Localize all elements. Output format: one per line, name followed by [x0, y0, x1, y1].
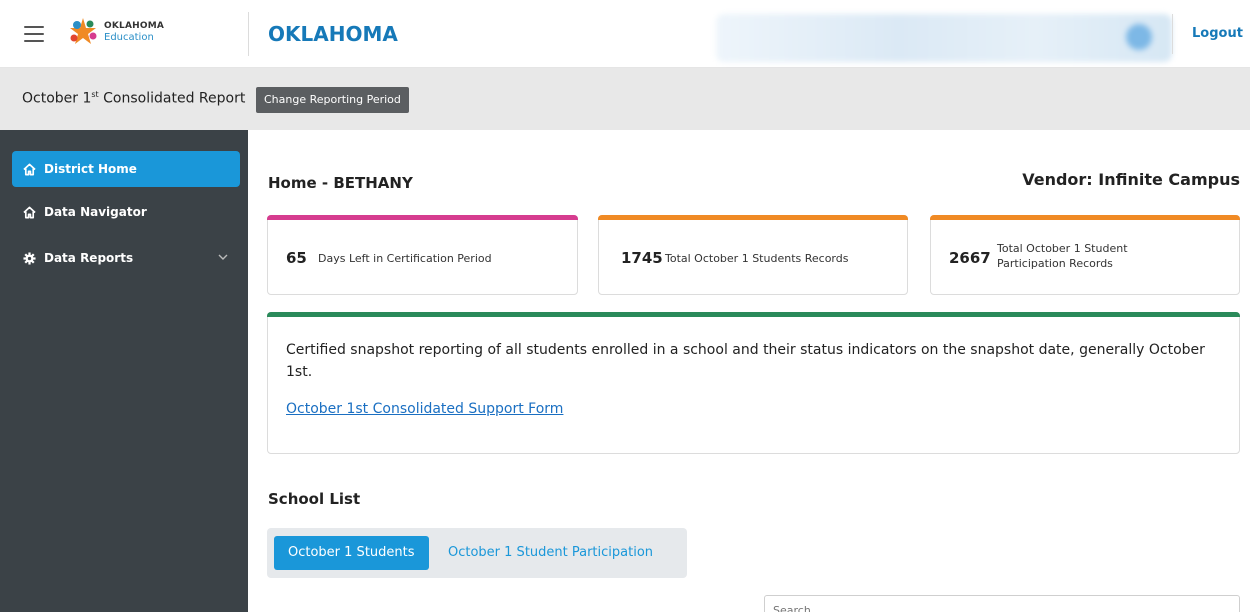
report-title-suffix: Consolidated Report [98, 90, 246, 107]
logout-link[interactable]: Logout [1192, 26, 1243, 41]
card-accent-bar [930, 215, 1240, 220]
info-accent-bar [267, 312, 1240, 317]
report-title-prefix: October 1 [22, 90, 92, 107]
home-icon [22, 162, 36, 176]
sidebar-item-label: Data Reports [44, 251, 134, 265]
sidebar-item-data-navigator[interactable]: Data Navigator [12, 194, 240, 230]
sidebar-item-label: Data Navigator [44, 205, 147, 219]
home-icon [22, 205, 36, 219]
report-title-sup: st [91, 90, 99, 99]
stat-value: 1745 [621, 249, 663, 267]
stat-label: Days Left in Certification Period [318, 252, 492, 265]
info-description: Certified snapshot reporting of all stud… [286, 342, 1205, 380]
logo-line1: OKLAHOMA [104, 21, 165, 31]
school-list-tabs: October 1 Students October 1 Student Par… [267, 528, 687, 578]
info-panel: Certified snapshot reporting of all stud… [267, 312, 1240, 454]
header-divider-right [1172, 14, 1173, 54]
sidebar-item-label: District Home [44, 162, 137, 176]
support-form-link[interactable]: October 1st Consolidated Support Form [286, 401, 563, 417]
chevron-down-icon [218, 254, 228, 260]
report-title: October 1st Consolidated Report [22, 90, 245, 107]
tab-october-1-students[interactable]: October 1 Students [274, 536, 429, 570]
header-divider [248, 12, 249, 56]
top-header: OKLAHOMA Education OKLAHOMA Logout [0, 0, 1250, 68]
tab-october-1-student-participation[interactable]: October 1 Student Participation [434, 536, 667, 570]
page-title: Home - BETHANY [268, 174, 413, 192]
stat-label: Total October 1 Students Records [665, 252, 849, 265]
gear-icon [22, 251, 36, 265]
vendor-label: Vendor: Infinite Campus [1022, 170, 1240, 189]
state-title: OKLAHOMA [268, 22, 398, 46]
blurred-user-info [716, 14, 1172, 62]
sidebar: District Home Data Navigator Data Report… [0, 130, 248, 612]
stat-value: 65 [286, 249, 307, 267]
card-accent-bar [267, 215, 578, 220]
stat-card-student-records: 1745 Total October 1 Students Records [598, 215, 908, 295]
oklahoma-education-logo[interactable]: OKLAHOMA Education [66, 16, 186, 52]
stat-value: 2667 [949, 249, 991, 267]
stat-card-participation-records: 2667 Total October 1 Student Participati… [930, 215, 1240, 295]
hamburger-menu-icon[interactable] [24, 26, 44, 42]
sidebar-item-district-home[interactable]: District Home [12, 151, 240, 187]
logo-star-icon [70, 18, 97, 44]
school-list-title: School List [268, 490, 361, 508]
sidebar-item-data-reports[interactable]: Data Reports [12, 240, 240, 276]
change-reporting-period-button[interactable]: Change Reporting Period [256, 87, 409, 113]
stat-label: Total October 1 Student Participation Re… [997, 242, 1128, 270]
search-input[interactable] [764, 595, 1240, 612]
report-bar: October 1st Consolidated Report Change R… [0, 68, 1250, 130]
logo-line2: Education [104, 32, 154, 43]
card-accent-bar [598, 215, 908, 220]
stat-card-days-left: 65 Days Left in Certification Period [267, 215, 578, 295]
